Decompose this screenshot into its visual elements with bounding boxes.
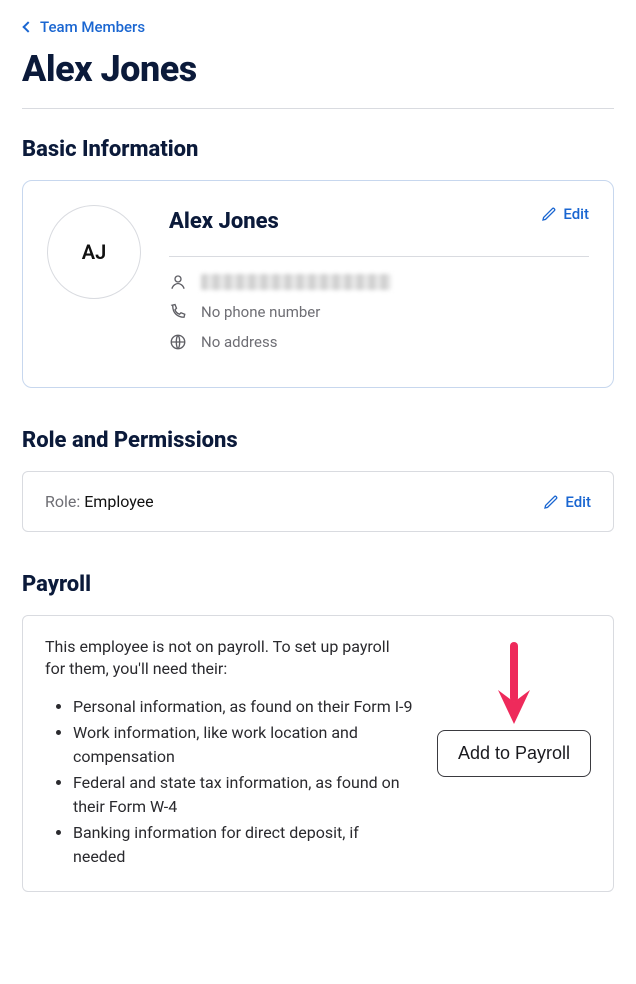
list-item: Federal and state tax information, as fo… <box>73 771 413 819</box>
breadcrumb-label: Team Members <box>40 18 145 36</box>
info-line-phone: No phone number <box>169 303 589 321</box>
payroll-intro: This employee is not on payroll. To set … <box>45 636 413 681</box>
page-title: Alex Jones <box>22 48 614 90</box>
redacted-text <box>201 274 391 290</box>
edit-role-button[interactable]: Edit <box>543 493 591 511</box>
add-to-payroll-button[interactable]: Add to Payroll <box>437 730 591 777</box>
edit-label: Edit <box>565 493 591 511</box>
section-title-role: Role and Permissions <box>22 428 614 453</box>
list-item: Banking information for direct deposit, … <box>73 821 413 869</box>
section-title-basic: Basic Information <box>22 137 614 162</box>
phone-text: No phone number <box>201 303 320 321</box>
list-item: Personal information, as found on their … <box>73 695 413 719</box>
edit-label: Edit <box>563 205 589 223</box>
divider <box>22 108 614 109</box>
payroll-requirements-list: Personal information, as found on their … <box>45 695 413 869</box>
chevron-left-icon <box>22 21 33 32</box>
pencil-icon <box>543 494 559 510</box>
phone-icon <box>169 303 187 321</box>
section-title-payroll: Payroll <box>22 572 614 597</box>
divider <box>169 256 589 257</box>
basic-info-card: AJ Alex Jones Edit No phone number <box>22 180 614 388</box>
avatar-initials: AJ <box>82 240 107 264</box>
person-name: Alex Jones <box>169 209 279 234</box>
arrow-annotation-icon <box>492 640 536 730</box>
avatar: AJ <box>47 205 141 299</box>
role-label: Role: <box>45 492 80 511</box>
address-text: No address <box>201 333 277 351</box>
globe-icon <box>169 333 187 351</box>
pencil-icon <box>541 206 557 222</box>
breadcrumb-back[interactable]: Team Members <box>22 12 147 42</box>
role-card: Role: Employee Edit <box>22 471 614 532</box>
role-value: Employee <box>84 492 153 511</box>
person-icon <box>169 273 187 291</box>
list-item: Work information, like work location and… <box>73 721 413 769</box>
edit-basic-button[interactable]: Edit <box>541 205 589 223</box>
info-line-identity <box>169 273 589 291</box>
payroll-card: This employee is not on payroll. To set … <box>22 615 614 892</box>
info-line-address: No address <box>169 333 589 351</box>
